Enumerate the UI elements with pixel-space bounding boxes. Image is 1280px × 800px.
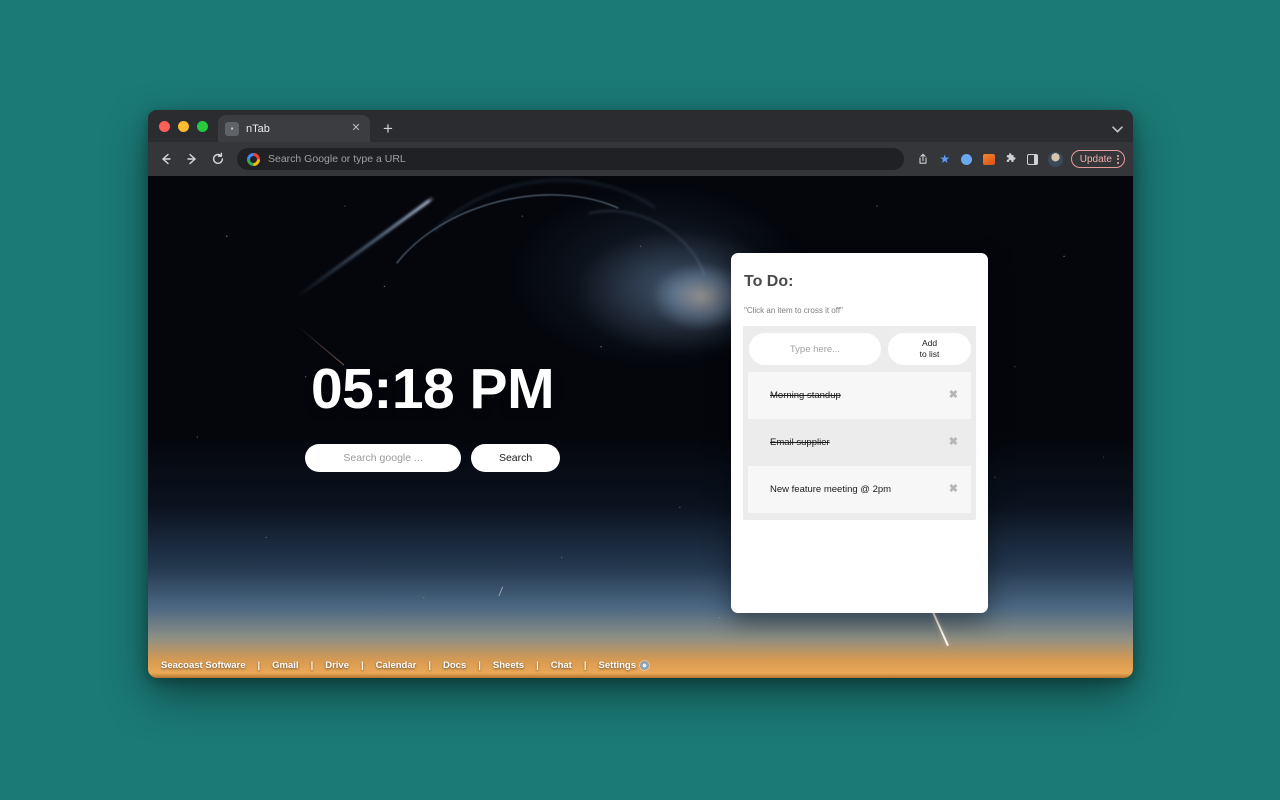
clock-display: 05:18 PM — [310, 357, 555, 421]
browser-toolbar: Search Google or type a URL ★ Update — [148, 142, 1133, 176]
bottom-nav-link-chat[interactable]: Chat — [545, 660, 578, 671]
browser-tab-ntab[interactable]: ▪ nTab ✕ — [218, 115, 370, 142]
window-close-button[interactable] — [159, 120, 170, 132]
todo-add-button[interactable]: Add to list — [888, 333, 971, 365]
bottom-nav-link-label: Docs — [443, 659, 467, 671]
todo-add-button-line1: Add — [921, 338, 938, 349]
bottom-nav-separator: | — [478, 659, 481, 671]
bottom-nav-link-gmail[interactable]: Gmail — [266, 660, 304, 671]
back-button[interactable] — [154, 147, 178, 171]
share-icon[interactable] — [913, 148, 933, 170]
search-input[interactable] — [305, 444, 462, 472]
bottom-nav-link-settings[interactable]: Settings — [593, 660, 655, 671]
bottom-nav-link-label: Drive — [325, 659, 349, 671]
bottom-nav-link-label: Calendar — [375, 659, 417, 671]
tab-close-icon[interactable]: ✕ — [349, 122, 363, 136]
bottom-nav-separator: | — [536, 659, 539, 671]
bottom-nav-link-label: Sheets — [492, 659, 525, 671]
window-maximize-button[interactable] — [197, 120, 208, 132]
forward-button[interactable] — [180, 147, 204, 171]
bottom-nav-link-label: Settings — [598, 659, 637, 671]
tab-strip: ▪ nTab ✕ + — [148, 110, 1133, 142]
todo-panel-title: To Do: — [744, 273, 794, 290]
avatar[interactable] — [1047, 151, 1063, 167]
google-icon — [247, 152, 260, 166]
todo-add-button-line2: to list — [919, 349, 940, 359]
window-minimize-button[interactable] — [178, 120, 189, 132]
chevron-down-icon[interactable] — [1112, 126, 1123, 136]
newtab-page: 05:18 PM Search To Do: "Click an item to… — [148, 176, 1133, 678]
todo-item-remove-icon[interactable]: ✖ — [949, 484, 958, 495]
bottom-nav-separator: | — [361, 659, 364, 671]
todo-input[interactable] — [749, 333, 881, 365]
todo-panel-hint: "Click an item to cross it off" — [744, 306, 843, 315]
bottom-nav-separator: | — [428, 659, 431, 671]
browser-window: ▪ nTab ✕ + Search Google or type a URL ★ — [148, 110, 1133, 678]
todo-item-label: Email supplier — [770, 437, 830, 448]
todo-item[interactable]: Email supplier ✖ — [748, 419, 971, 466]
todo-add-row: Add to list — [748, 333, 971, 365]
todo-item-remove-icon[interactable]: ✖ — [949, 390, 958, 401]
bottom-nav: Seacoast Software | Gmail | Drive | Calendar |… — [148, 652, 1133, 678]
side-panel-icon[interactable] — [1023, 148, 1043, 170]
clock-search-block: 05:18 PM Search — [305, 361, 560, 472]
extension-fox-icon[interactable] — [979, 148, 999, 170]
todo-body: Add to list Morning standup✖Email suppli… — [743, 326, 976, 520]
bookmark-star-icon[interactable]: ★ — [935, 148, 955, 170]
bottom-nav-link-sheets[interactable]: Sheets — [487, 660, 530, 671]
bottom-nav-brand[interactable]: Seacoast Software — [155, 660, 251, 671]
search-row: Search — [305, 444, 560, 472]
tab-title: nTab — [246, 122, 270, 135]
todo-item-label: Morning standup — [770, 390, 841, 401]
todo-item-remove-icon[interactable]: ✖ — [949, 437, 958, 448]
update-button-label: Update — [1079, 153, 1112, 165]
reload-button[interactable] — [206, 147, 230, 171]
tab-favicon-icon: ▪ — [225, 121, 239, 136]
extensions-puzzle-icon[interactable] — [1001, 148, 1021, 170]
address-bar-placeholder: Search Google or type a URL — [268, 153, 406, 165]
bottom-nav-link-label: Chat — [550, 659, 572, 671]
window-traffic-lights — [157, 110, 218, 142]
bottom-nav-separator: | — [310, 659, 314, 671]
gear-icon[interactable] — [640, 660, 650, 670]
bottom-nav-link-label: Gmail — [272, 659, 299, 671]
todo-panel: To Do: "Click an item to cross it off" A… — [731, 253, 988, 613]
todo-item[interactable]: New feature meeting @ 2pm ✖ — [748, 466, 971, 513]
todo-list: Morning standup ✖ Email supplier ✖ New featu… — [748, 372, 971, 513]
bottom-nav-separator: | — [257, 659, 261, 671]
more-menu-icon[interactable] — [1117, 154, 1119, 164]
search-button[interactable]: Search — [471, 444, 560, 472]
todo-item-label: New feature meeting @ 2pm — [770, 484, 892, 495]
bottom-nav-link-calendar[interactable]: Calendar — [370, 660, 423, 671]
bottom-nav-link-docs[interactable]: Docs — [437, 660, 472, 671]
extension-dot-icon[interactable] — [957, 148, 977, 170]
todo-item[interactable]: Morning standup ✖ — [748, 372, 971, 419]
bottom-nav-link-drive[interactable]: Drive — [319, 660, 355, 671]
bottom-nav-separator: | — [583, 659, 587, 671]
address-bar[interactable]: Search Google or type a URL — [237, 148, 904, 170]
update-button[interactable]: Update — [1070, 150, 1125, 168]
new-tab-button[interactable]: + — [375, 115, 401, 142]
